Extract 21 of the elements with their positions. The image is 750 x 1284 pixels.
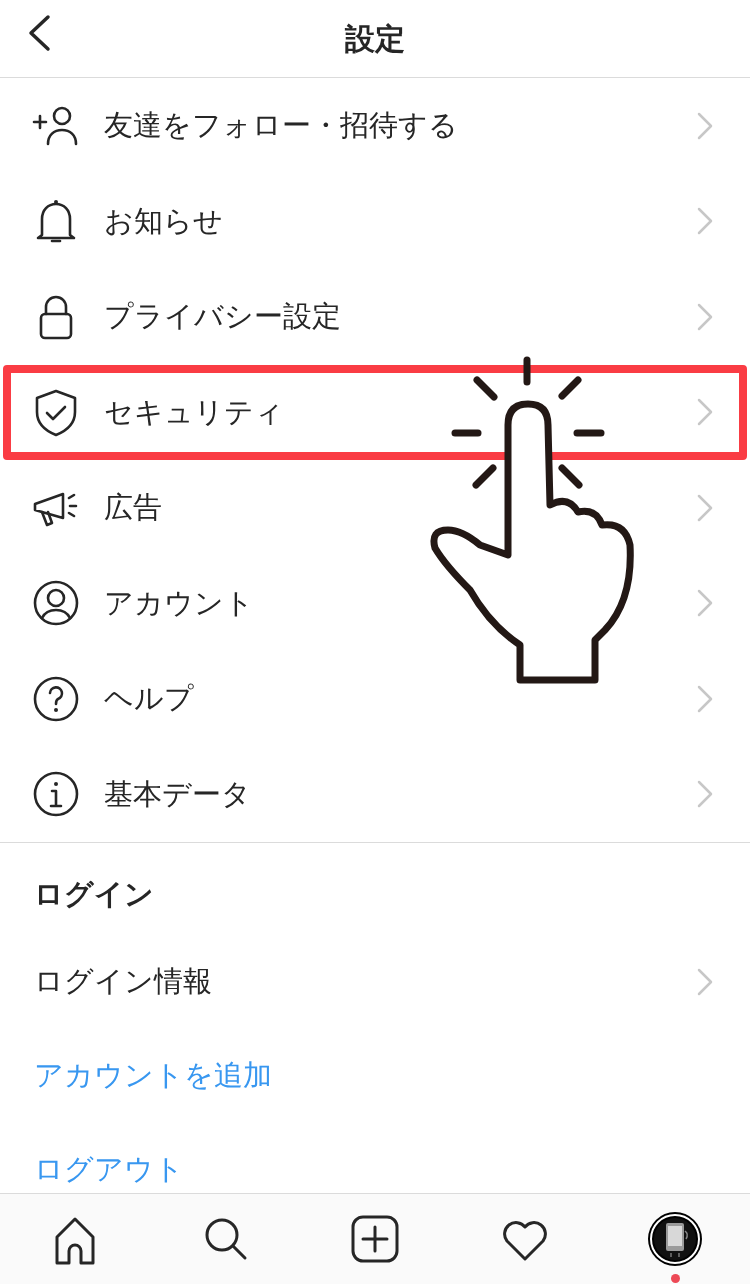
chevron-icon [696,492,714,523]
chevron-icon [696,397,714,428]
chevron-icon [696,301,714,332]
menu-item[interactable]: プライバシー設定 [0,269,750,365]
chevron-icon [696,967,714,997]
menu-item[interactable]: アカウント [0,555,750,651]
menu-item[interactable]: ログイン情報 [0,935,750,1029]
menu-item[interactable]: お知らせ [0,173,750,269]
chevron-icon [696,206,714,237]
menu-item[interactable]: ヘルプ [0,651,750,747]
section-heading: ログイン [33,876,155,913]
chevron-icon [696,588,714,619]
menu-item[interactable]: 広告 [0,460,750,556]
highlighted-menu-item[interactable]: セキュリティ [3,364,747,460]
back-icon[interactable] [26,14,52,52]
chevron-icon [696,683,714,714]
page-title: 設定 [345,20,405,58]
menu-item[interactable]: 基本データ [0,746,750,842]
chevron-icon [696,779,714,810]
menu-item[interactable]: 友達をフォロー・招待する [0,78,750,174]
chevron-icon [696,110,714,141]
